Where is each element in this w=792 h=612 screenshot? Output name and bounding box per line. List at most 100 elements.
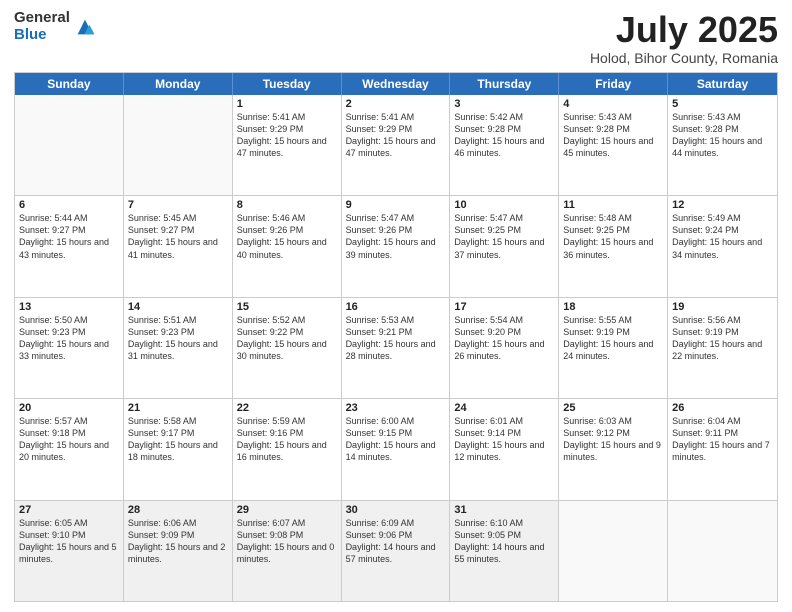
logo-general: General	[14, 10, 70, 27]
day-number: 31	[454, 504, 554, 516]
logo: General Blue	[14, 10, 96, 43]
calendar-cell: 26Sunrise: 6:04 AM Sunset: 9:11 PM Dayli…	[668, 399, 777, 499]
day-number: 30	[346, 504, 446, 516]
cell-info: Sunrise: 6:06 AM Sunset: 9:09 PM Dayligh…	[128, 517, 228, 566]
week-row: 6Sunrise: 5:44 AM Sunset: 9:27 PM Daylig…	[15, 196, 777, 297]
day-number: 27	[19, 504, 119, 516]
cell-info: Sunrise: 5:43 AM Sunset: 9:28 PM Dayligh…	[672, 111, 773, 160]
cell-info: Sunrise: 5:54 AM Sunset: 9:20 PM Dayligh…	[454, 314, 554, 363]
day-number: 28	[128, 504, 228, 516]
cell-info: Sunrise: 5:49 AM Sunset: 9:24 PM Dayligh…	[672, 212, 773, 261]
day-number: 25	[563, 402, 663, 414]
day-number: 26	[672, 402, 773, 414]
day-number: 13	[19, 301, 119, 313]
page: General Blue July 2025 Holod, Bihor Coun…	[0, 0, 792, 612]
cell-info: Sunrise: 5:52 AM Sunset: 9:22 PM Dayligh…	[237, 314, 337, 363]
calendar-cell: 18Sunrise: 5:55 AM Sunset: 9:19 PM Dayli…	[559, 298, 668, 398]
cell-info: Sunrise: 5:46 AM Sunset: 9:26 PM Dayligh…	[237, 212, 337, 261]
cell-info: Sunrise: 5:43 AM Sunset: 9:28 PM Dayligh…	[563, 111, 663, 160]
day-number: 1	[237, 98, 337, 110]
day-number: 11	[563, 199, 663, 211]
week-row: 13Sunrise: 5:50 AM Sunset: 9:23 PM Dayli…	[15, 298, 777, 399]
day-number: 6	[19, 199, 119, 211]
day-number: 7	[128, 199, 228, 211]
calendar-cell: 19Sunrise: 5:56 AM Sunset: 9:19 PM Dayli…	[668, 298, 777, 398]
calendar-cell: 5Sunrise: 5:43 AM Sunset: 9:28 PM Daylig…	[668, 95, 777, 195]
week-row: 20Sunrise: 5:57 AM Sunset: 9:18 PM Dayli…	[15, 399, 777, 500]
day-number: 4	[563, 98, 663, 110]
calendar-cell: 1Sunrise: 5:41 AM Sunset: 9:29 PM Daylig…	[233, 95, 342, 195]
calendar-cell: 31Sunrise: 6:10 AM Sunset: 9:05 PM Dayli…	[450, 501, 559, 601]
day-number: 20	[19, 402, 119, 414]
day-number: 2	[346, 98, 446, 110]
calendar-cell: 29Sunrise: 6:07 AM Sunset: 9:08 PM Dayli…	[233, 501, 342, 601]
cell-info: Sunrise: 5:55 AM Sunset: 9:19 PM Dayligh…	[563, 314, 663, 363]
calendar-cell: 30Sunrise: 6:09 AM Sunset: 9:06 PM Dayli…	[342, 501, 451, 601]
day-number: 3	[454, 98, 554, 110]
calendar-cell: 17Sunrise: 5:54 AM Sunset: 9:20 PM Dayli…	[450, 298, 559, 398]
calendar-header-row: SundayMondayTuesdayWednesdayThursdayFrid…	[15, 73, 777, 95]
day-number: 10	[454, 199, 554, 211]
cell-info: Sunrise: 6:04 AM Sunset: 9:11 PM Dayligh…	[672, 415, 773, 464]
logo-blue: Blue	[14, 27, 70, 44]
cell-info: Sunrise: 5:58 AM Sunset: 9:17 PM Dayligh…	[128, 415, 228, 464]
cell-info: Sunrise: 5:56 AM Sunset: 9:19 PM Dayligh…	[672, 314, 773, 363]
calendar-cell	[668, 501, 777, 601]
calendar-cell: 12Sunrise: 5:49 AM Sunset: 9:24 PM Dayli…	[668, 196, 777, 296]
cell-info: Sunrise: 6:05 AM Sunset: 9:10 PM Dayligh…	[19, 517, 119, 566]
calendar-cell: 6Sunrise: 5:44 AM Sunset: 9:27 PM Daylig…	[15, 196, 124, 296]
calendar-cell: 23Sunrise: 6:00 AM Sunset: 9:15 PM Dayli…	[342, 399, 451, 499]
week-row: 27Sunrise: 6:05 AM Sunset: 9:10 PM Dayli…	[15, 501, 777, 601]
cell-info: Sunrise: 5:48 AM Sunset: 9:25 PM Dayligh…	[563, 212, 663, 261]
calendar-cell: 20Sunrise: 5:57 AM Sunset: 9:18 PM Dayli…	[15, 399, 124, 499]
calendar-body: 1Sunrise: 5:41 AM Sunset: 9:29 PM Daylig…	[15, 95, 777, 601]
calendar-cell: 10Sunrise: 5:47 AM Sunset: 9:25 PM Dayli…	[450, 196, 559, 296]
calendar-cell	[15, 95, 124, 195]
cell-info: Sunrise: 5:47 AM Sunset: 9:25 PM Dayligh…	[454, 212, 554, 261]
header-cell-friday: Friday	[559, 73, 668, 95]
cell-info: Sunrise: 5:42 AM Sunset: 9:28 PM Dayligh…	[454, 111, 554, 160]
cell-info: Sunrise: 6:01 AM Sunset: 9:14 PM Dayligh…	[454, 415, 554, 464]
cell-info: Sunrise: 5:41 AM Sunset: 9:29 PM Dayligh…	[237, 111, 337, 160]
day-number: 21	[128, 402, 228, 414]
calendar-cell: 9Sunrise: 5:47 AM Sunset: 9:26 PM Daylig…	[342, 196, 451, 296]
calendar-cell: 13Sunrise: 5:50 AM Sunset: 9:23 PM Dayli…	[15, 298, 124, 398]
week-row: 1Sunrise: 5:41 AM Sunset: 9:29 PM Daylig…	[15, 95, 777, 196]
calendar-cell: 2Sunrise: 5:41 AM Sunset: 9:29 PM Daylig…	[342, 95, 451, 195]
header-cell-monday: Monday	[124, 73, 233, 95]
cell-info: Sunrise: 6:07 AM Sunset: 9:08 PM Dayligh…	[237, 517, 337, 566]
day-number: 18	[563, 301, 663, 313]
calendar-cell: 7Sunrise: 5:45 AM Sunset: 9:27 PM Daylig…	[124, 196, 233, 296]
cell-info: Sunrise: 5:44 AM Sunset: 9:27 PM Dayligh…	[19, 212, 119, 261]
header-cell-saturday: Saturday	[668, 73, 777, 95]
calendar-cell: 16Sunrise: 5:53 AM Sunset: 9:21 PM Dayli…	[342, 298, 451, 398]
calendar-cell: 4Sunrise: 5:43 AM Sunset: 9:28 PM Daylig…	[559, 95, 668, 195]
day-number: 14	[128, 301, 228, 313]
cell-info: Sunrise: 6:00 AM Sunset: 9:15 PM Dayligh…	[346, 415, 446, 464]
cell-info: Sunrise: 6:03 AM Sunset: 9:12 PM Dayligh…	[563, 415, 663, 464]
cell-info: Sunrise: 6:10 AM Sunset: 9:05 PM Dayligh…	[454, 517, 554, 566]
day-number: 23	[346, 402, 446, 414]
cell-info: Sunrise: 6:09 AM Sunset: 9:06 PM Dayligh…	[346, 517, 446, 566]
header-cell-wednesday: Wednesday	[342, 73, 451, 95]
day-number: 16	[346, 301, 446, 313]
cell-info: Sunrise: 5:51 AM Sunset: 9:23 PM Dayligh…	[128, 314, 228, 363]
calendar-cell: 11Sunrise: 5:48 AM Sunset: 9:25 PM Dayli…	[559, 196, 668, 296]
cell-info: Sunrise: 5:57 AM Sunset: 9:18 PM Dayligh…	[19, 415, 119, 464]
day-number: 15	[237, 301, 337, 313]
cell-info: Sunrise: 5:41 AM Sunset: 9:29 PM Dayligh…	[346, 111, 446, 160]
location-title: Holod, Bihor County, Romania	[590, 50, 778, 66]
day-number: 5	[672, 98, 773, 110]
header-cell-tuesday: Tuesday	[233, 73, 342, 95]
header-cell-thursday: Thursday	[450, 73, 559, 95]
day-number: 19	[672, 301, 773, 313]
calendar-cell: 25Sunrise: 6:03 AM Sunset: 9:12 PM Dayli…	[559, 399, 668, 499]
calendar-cell: 3Sunrise: 5:42 AM Sunset: 9:28 PM Daylig…	[450, 95, 559, 195]
day-number: 29	[237, 504, 337, 516]
calendar-cell: 15Sunrise: 5:52 AM Sunset: 9:22 PM Dayli…	[233, 298, 342, 398]
calendar-cell: 8Sunrise: 5:46 AM Sunset: 9:26 PM Daylig…	[233, 196, 342, 296]
cell-info: Sunrise: 5:47 AM Sunset: 9:26 PM Dayligh…	[346, 212, 446, 261]
day-number: 24	[454, 402, 554, 414]
day-number: 12	[672, 199, 773, 211]
cell-info: Sunrise: 5:53 AM Sunset: 9:21 PM Dayligh…	[346, 314, 446, 363]
